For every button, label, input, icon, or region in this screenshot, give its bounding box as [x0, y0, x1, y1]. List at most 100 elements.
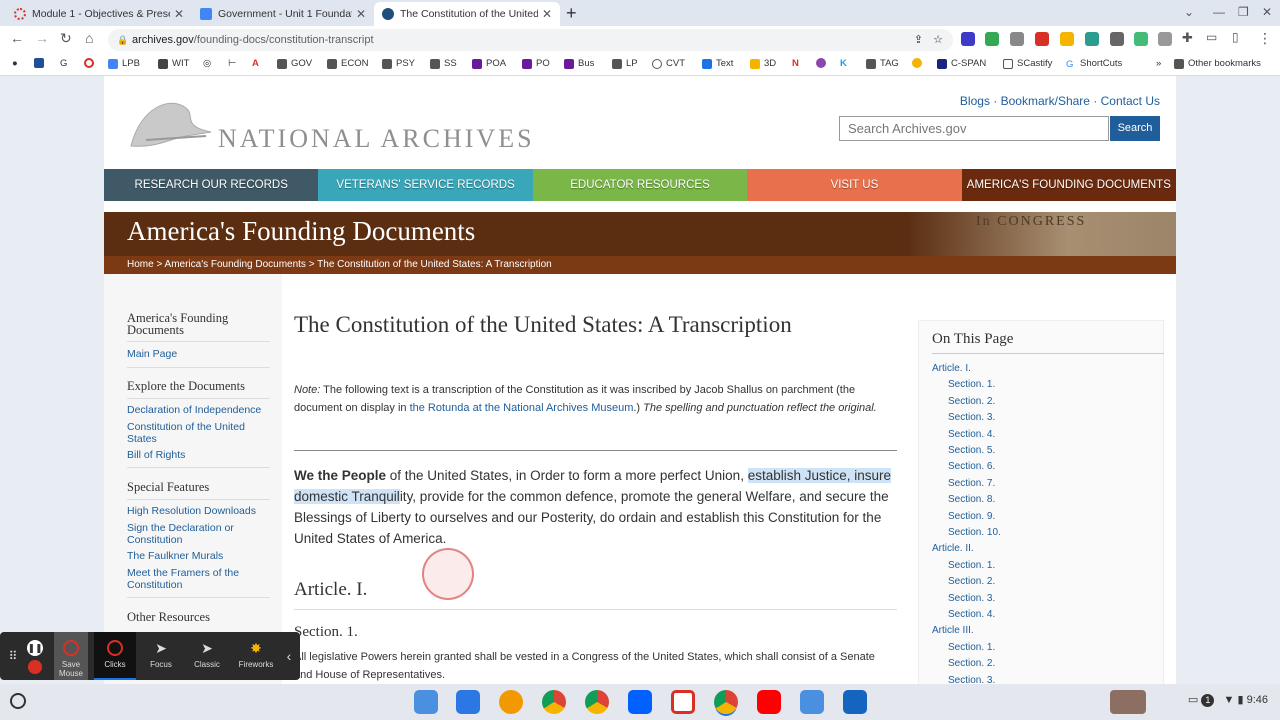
tab-search-icon[interactable]: ⌄ — [1184, 5, 1194, 19]
forward-icon[interactable]: → — [35, 30, 49, 46]
folder-tag[interactable]: TAG — [866, 58, 899, 69]
nav-educator-resources[interactable]: EDUCATOR RESOURCES — [532, 169, 748, 201]
bookmark-3d[interactable]: 3D — [750, 58, 776, 69]
restore-icon[interactable]: ❐ — [1238, 5, 1249, 19]
google-icon[interactable]: G — [60, 58, 67, 69]
search-button[interactable]: Search — [1110, 116, 1160, 141]
utility-links[interactable]: Blogs · Bookmark/Share · Contact Us — [960, 94, 1160, 108]
article-link[interactable]: Article III. — [932, 625, 974, 636]
bookmark-sis[interactable] — [34, 58, 48, 68]
bookmark-shortcuts[interactable]: G ShortCuts — [1066, 58, 1122, 70]
dropbox-icon[interactable] — [628, 690, 652, 714]
close-icon[interactable]: ✕ — [356, 7, 366, 21]
bookmark-bus[interactable]: Bus — [564, 58, 594, 69]
section-link[interactable]: Section. 10. — [948, 527, 1001, 538]
section-link[interactable]: Section. 3. — [948, 675, 995, 684]
section-link[interactable]: Section. 1. — [948, 560, 995, 571]
bookmark-icon[interactable]: ◎ — [203, 58, 211, 69]
section-link[interactable]: Section. 1. — [948, 642, 995, 653]
section-link[interactable]: Section. 6. — [948, 461, 995, 472]
pause-button[interactable]: ❚❚ — [24, 632, 46, 680]
folder-econ[interactable]: ECON — [327, 58, 368, 69]
folder-lp[interactable]: LP — [612, 58, 638, 69]
sidebar-link[interactable]: Main Page — [127, 348, 267, 360]
sidebar-link[interactable]: Sign the Declaration or Constitution — [127, 522, 245, 546]
app-icon[interactable] — [843, 690, 867, 714]
bookmark-cvt[interactable]: CVT — [652, 58, 685, 69]
classic-button[interactable]: ➤ Classic — [188, 632, 226, 680]
bookmark-icon[interactable]: K — [840, 58, 847, 69]
section-link[interactable]: Section. 8. — [948, 494, 995, 505]
bookmark-scastify[interactable]: SCastify — [1003, 58, 1052, 69]
bookmark-poa[interactable]: POA — [472, 58, 506, 69]
menu-icon[interactable]: ⋮ — [1258, 30, 1272, 47]
sidebar-link[interactable]: Meet the Framers of the Constitution — [127, 567, 245, 591]
minimize-icon[interactable]: — — [1213, 5, 1225, 19]
section-link[interactable]: Section. 9. — [948, 511, 995, 522]
bookmark-wit[interactable]: WIT — [158, 58, 189, 69]
nav-research-records[interactable]: RESEARCH OUR RECORDS — [104, 169, 319, 201]
section-link[interactable]: Section. 2. — [948, 658, 995, 669]
section-link[interactable]: Section. 3. — [948, 412, 995, 423]
system-tray[interactable]: ▭ 1 ▼ ▮ 9:46 — [1188, 693, 1268, 707]
section-link[interactable]: Section. 2. — [948, 576, 995, 587]
new-tab-button[interactable]: + — [566, 3, 577, 24]
national-archives-logo[interactable]: NATIONAL ARCHIVES — [126, 96, 536, 156]
extension-icon[interactable] — [1134, 32, 1148, 46]
section-link[interactable]: Section. 7. — [948, 478, 995, 489]
puzzle-icon[interactable]: ✚ — [1182, 30, 1193, 46]
sidebar-link[interactable]: Bill of Rights — [127, 449, 267, 461]
extension-icon[interactable] — [961, 32, 975, 46]
collapse-chevron-icon[interactable]: ‹ — [282, 632, 296, 680]
breadcrumb[interactable]: Home > America's Founding Documents > Th… — [104, 256, 1176, 274]
stop-icon[interactable] — [28, 660, 42, 674]
bookmark-icon[interactable]: N — [792, 58, 799, 69]
extension-icon[interactable] — [1110, 32, 1124, 46]
folder-app-icon[interactable] — [456, 690, 480, 714]
chrome-app-icon[interactable] — [542, 690, 566, 714]
close-icon[interactable]: ✕ — [542, 7, 552, 21]
folder-gov[interactable]: GOV — [277, 58, 312, 69]
tab-constitution[interactable]: The Constitution of the United Sta ✕ — [374, 2, 560, 26]
bookmark-icon[interactable] — [912, 58, 926, 68]
section-link[interactable]: Section. 2. — [948, 396, 995, 407]
sidebar-link[interactable]: High Resolution Downloads — [127, 505, 267, 517]
rotunda-link[interactable]: the Rotunda at the National Archives Mus… — [410, 402, 634, 414]
sidepanel-icon[interactable]: ▯ — [1232, 30, 1239, 44]
close-icon[interactable]: ✕ — [174, 7, 184, 21]
focus-button[interactable]: ➤ Focus — [142, 632, 180, 680]
nav-founding-documents[interactable]: AMERICA'S FOUNDING DOCUMENTS — [961, 169, 1177, 201]
app-icon[interactable] — [800, 690, 824, 714]
extension-icon[interactable] — [1010, 32, 1024, 46]
gmail-icon[interactable] — [671, 690, 695, 714]
app-icon[interactable] — [499, 690, 523, 714]
apple-icon[interactable]: ● — [12, 58, 18, 69]
share-icon[interactable]: ⇪ — [914, 29, 923, 51]
chevron-right-icon[interactable]: » — [1156, 58, 1161, 69]
clicks-button[interactable]: Clicks — [94, 632, 136, 680]
files-app-icon[interactable] — [414, 690, 438, 714]
article-link[interactable]: Article. I. — [932, 363, 971, 374]
save-mouse-button[interactable]: Save Mouse — [54, 632, 88, 680]
drag-handle-icon[interactable]: ⠿ — [8, 632, 18, 680]
folder-other-bookmarks[interactable]: Other bookmarks — [1174, 58, 1261, 69]
youtube-icon[interactable] — [757, 690, 781, 714]
address-bar[interactable]: 🔒 archives.gov/founding-docs/constitution… — [108, 29, 953, 51]
bookmark-text[interactable]: Text — [702, 58, 733, 69]
chrome-app-icon[interactable] — [585, 690, 609, 714]
chrome-active-icon[interactable] — [714, 690, 738, 714]
nav-veterans-records[interactable]: VETERANS' SERVICE RECORDS — [318, 169, 533, 201]
bookmark-lpb[interactable]: LPB — [108, 58, 140, 69]
drive-extension-icon[interactable] — [985, 32, 999, 46]
bookmark-po[interactable]: PO — [522, 58, 550, 69]
extension-icon[interactable] — [1085, 32, 1099, 46]
bookmark-icon[interactable]: A — [252, 58, 259, 69]
section-link[interactable]: Section. 4. — [948, 609, 995, 620]
sidebar-link[interactable]: Constitution of the United States — [127, 421, 252, 445]
section-link[interactable]: Section. 3. — [948, 593, 995, 604]
launcher-icon[interactable] — [10, 693, 26, 709]
home-icon[interactable]: ⌂ — [85, 30, 93, 46]
tab-module1[interactable]: Module 1 - Objectives & Presentati ✕ — [6, 2, 192, 26]
sidebar-link[interactable]: The Faulkner Murals — [127, 550, 267, 562]
folder-psy[interactable]: PSY — [382, 58, 415, 69]
